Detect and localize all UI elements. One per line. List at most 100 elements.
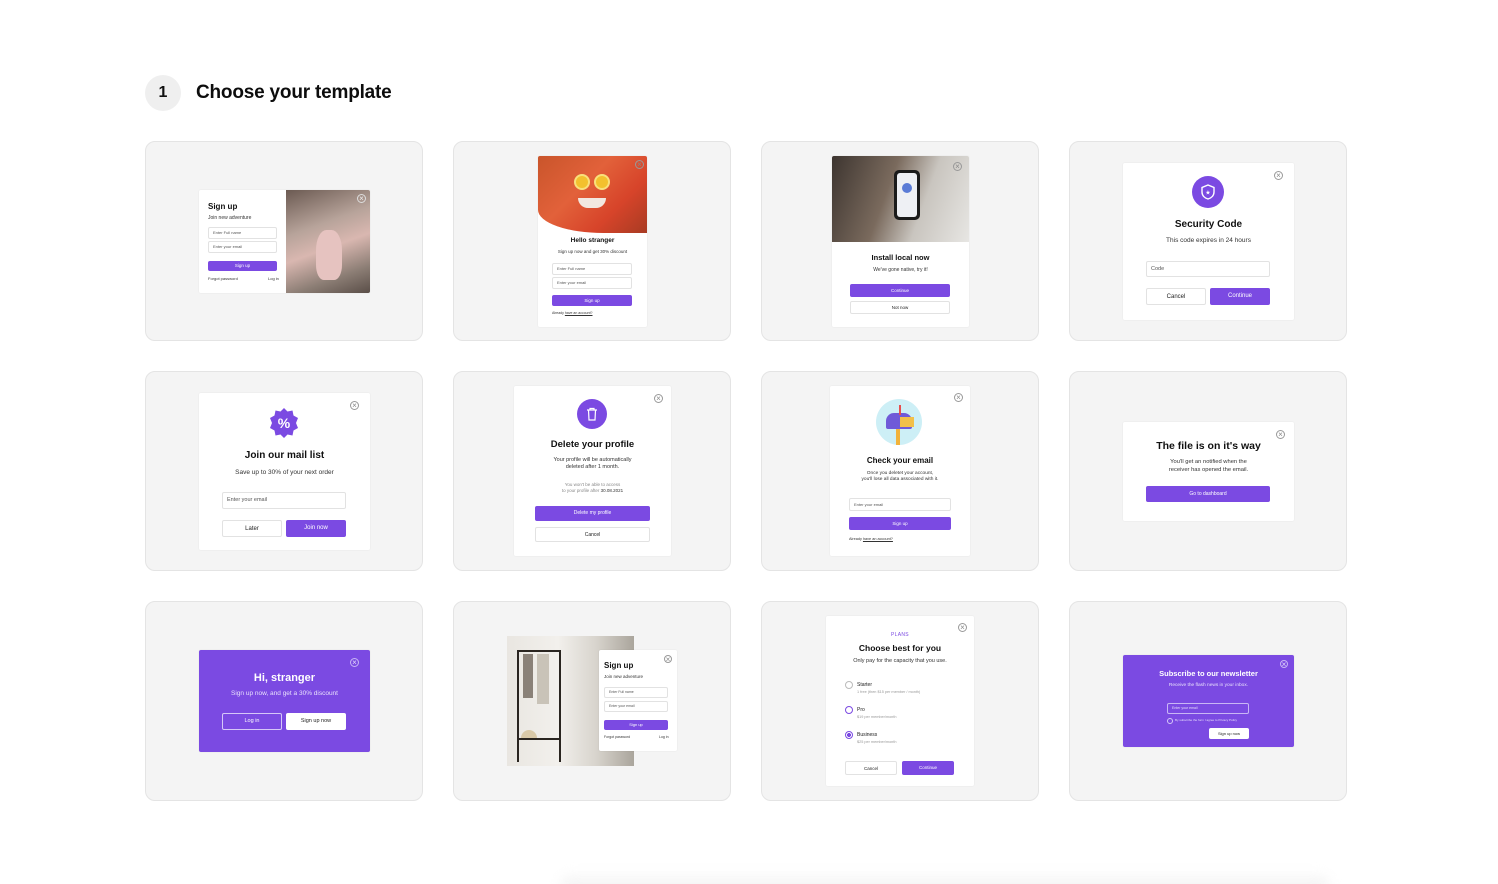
plan-radio-business (845, 731, 853, 739)
template-card-check-email[interactable]: Check your email Once you deletet your a… (761, 371, 1039, 571)
plan-radio-pro (845, 706, 853, 714)
modal-line1: Once you deletet your account, (866, 471, 934, 476)
consent-checkbox (1167, 718, 1173, 724)
template-preview: Delete your profile Your profile will be… (514, 386, 671, 556)
template-card-file-on-way[interactable]: The file is on it's way You'll get an no… (1069, 371, 1347, 571)
plan-name: Starter (857, 682, 873, 688)
email-input: Enter your email (222, 492, 346, 509)
template-preview: Hello stranger Sign up now and get 30% d… (538, 156, 647, 327)
not-now-button: Not now (850, 301, 950, 314)
modal-line2: deleted after 1 month. (565, 464, 620, 470)
signup-button: Sign up (604, 720, 668, 730)
template-card-signup-photo[interactable]: Sign up Join new adventure Enter Full na… (145, 141, 423, 341)
close-icon (958, 623, 967, 632)
plan-desc: $19 per member/month (857, 715, 897, 719)
plan-name: Pro (857, 707, 865, 713)
modal-title: Choose best for you (858, 643, 942, 653)
close-icon (350, 658, 359, 667)
login-link: Log in (659, 735, 669, 739)
svg-text:%: % (278, 415, 291, 431)
signup-button: Sign up (849, 517, 951, 530)
template-preview: Sign up Join new adventure Enter Full na… (199, 190, 370, 293)
forgot-password-link: Forgot password (604, 735, 631, 739)
signup-button: Sign up (552, 295, 632, 306)
cancel-button: Cancel (535, 527, 650, 542)
modal-title: Install local now (871, 253, 930, 262)
cancel-button: Cancel (845, 761, 897, 775)
close-icon (357, 194, 366, 203)
template-card-newsletter[interactable]: Subscribe to our newsletter Receive the … (1069, 601, 1347, 801)
template-preview: % Join our mail list Save up to 30% of y… (199, 393, 370, 550)
modal-subtitle: We've gone native, try it! (873, 267, 928, 273)
template-card-mail-list[interactable]: % Join our mail list Save up to 30% of y… (145, 371, 423, 571)
template-preview: Install local now We've gone native, try… (832, 156, 969, 327)
modal-title: Subscribe to our newsletter (1159, 669, 1258, 678)
modal-subtitle: Sign up now, and get a 30% discount (231, 690, 338, 697)
join-now-button: Join now (286, 520, 346, 537)
modal-line2: receiver has opened the email. (1168, 467, 1249, 473)
plan-desc: 1 free (then $15 per member / month) (857, 690, 921, 694)
continue-button: Continue (1210, 288, 1270, 305)
template-preview: PLANS Choose best for you Only pay for t… (826, 616, 974, 786)
continue-button: Continue (850, 284, 950, 297)
template-card-hello-stranger[interactable]: Hello stranger Sign up now and get 30% d… (453, 141, 731, 341)
close-icon (953, 162, 962, 171)
template-card-plans[interactable]: PLANS Choose best for you Only pay for t… (761, 601, 1039, 801)
modal-note2: to your profile after 30.08.2021 (561, 488, 624, 493)
template-card-install-app[interactable]: Install local now We've gone native, try… (761, 141, 1039, 341)
template-card-hi-stranger[interactable]: Hi, stranger Sign up now, and get a 30% … (145, 601, 423, 801)
modal-subtitle: Sign up now and get 30% discount (557, 249, 628, 254)
forgot-password-link: Forgot password (208, 276, 238, 281)
modal-line2: you'll lose all data associated with it. (861, 477, 939, 482)
plan-name: Business (857, 732, 878, 738)
template-preview: Hi, stranger Sign up now, and get a 30% … (199, 650, 370, 752)
later-button: Later (222, 520, 282, 537)
email-input: Enter your email (552, 277, 632, 289)
template-card-security-code[interactable]: ★ Security Code This code expires in 24 … (1069, 141, 1347, 341)
delete-profile-button: Delete my profile (535, 506, 650, 521)
name-input: Enter Full name (552, 263, 632, 275)
plans-eyebrow: PLANS (891, 632, 909, 638)
consent-text: By subscribe the form I agree to Privacy… (1175, 718, 1238, 722)
modal-title: Delete your profile (550, 439, 635, 450)
signup-button: Sign up (208, 261, 277, 271)
email-input: Enter your email (1167, 703, 1249, 714)
close-icon (635, 160, 644, 169)
modal-subtitle: Join new adventure (604, 674, 644, 679)
login-button: Log in (222, 713, 282, 730)
close-icon (1280, 660, 1288, 668)
login-link: Log in (268, 276, 279, 281)
modal-subtitle: Save up to 30% of your next order (235, 469, 334, 476)
svg-text:★: ★ (1205, 190, 1210, 197)
trash-icon (577, 399, 607, 429)
plan-radio-starter (845, 681, 853, 689)
modal-subtitle: Only pay for the capacity that you use. (853, 658, 947, 664)
modal-note1: You won't be able to access (564, 482, 621, 487)
step-number-badge: 1 (145, 75, 181, 111)
template-grid: Sign up Join new adventure Enter Full na… (145, 141, 1347, 801)
name-input: Enter Full name (604, 687, 668, 698)
photo-oranges-image (538, 156, 647, 233)
email-input: Enter your email (604, 701, 668, 712)
modal-title: Hi, stranger (253, 672, 316, 684)
close-icon (1276, 430, 1285, 439)
modal-title: Sign up (604, 661, 634, 670)
bottom-panel-shadow (560, 876, 1330, 884)
photo-woman-image (286, 190, 370, 293)
modal-line1: You'll get an notified when the (1170, 459, 1247, 465)
modal-title: Hello stranger (570, 237, 615, 244)
mailbox-icon (876, 399, 922, 445)
modal-title: Sign up (208, 202, 238, 211)
email-input: Enter your email (208, 241, 277, 253)
shield-icon: ★ (1192, 176, 1224, 208)
step-header: 1 Choose your template (145, 75, 392, 111)
template-preview: The file is on it's way You'll get an no… (1123, 422, 1294, 521)
template-card-delete-profile[interactable]: Delete your profile Your profile will be… (453, 371, 731, 571)
template-card-signup-rack[interactable]: Sign up Join new adventure Enter Full na… (453, 601, 731, 801)
modal-title: Join our mail list (244, 450, 325, 461)
modal-subtitle: Join new adventure (208, 215, 252, 221)
modal-title: Check your email (866, 456, 934, 465)
close-icon (654, 394, 663, 403)
code-input: Code (1146, 261, 1270, 277)
go-to-dashboard-button: Go to dashboard (1146, 486, 1270, 502)
